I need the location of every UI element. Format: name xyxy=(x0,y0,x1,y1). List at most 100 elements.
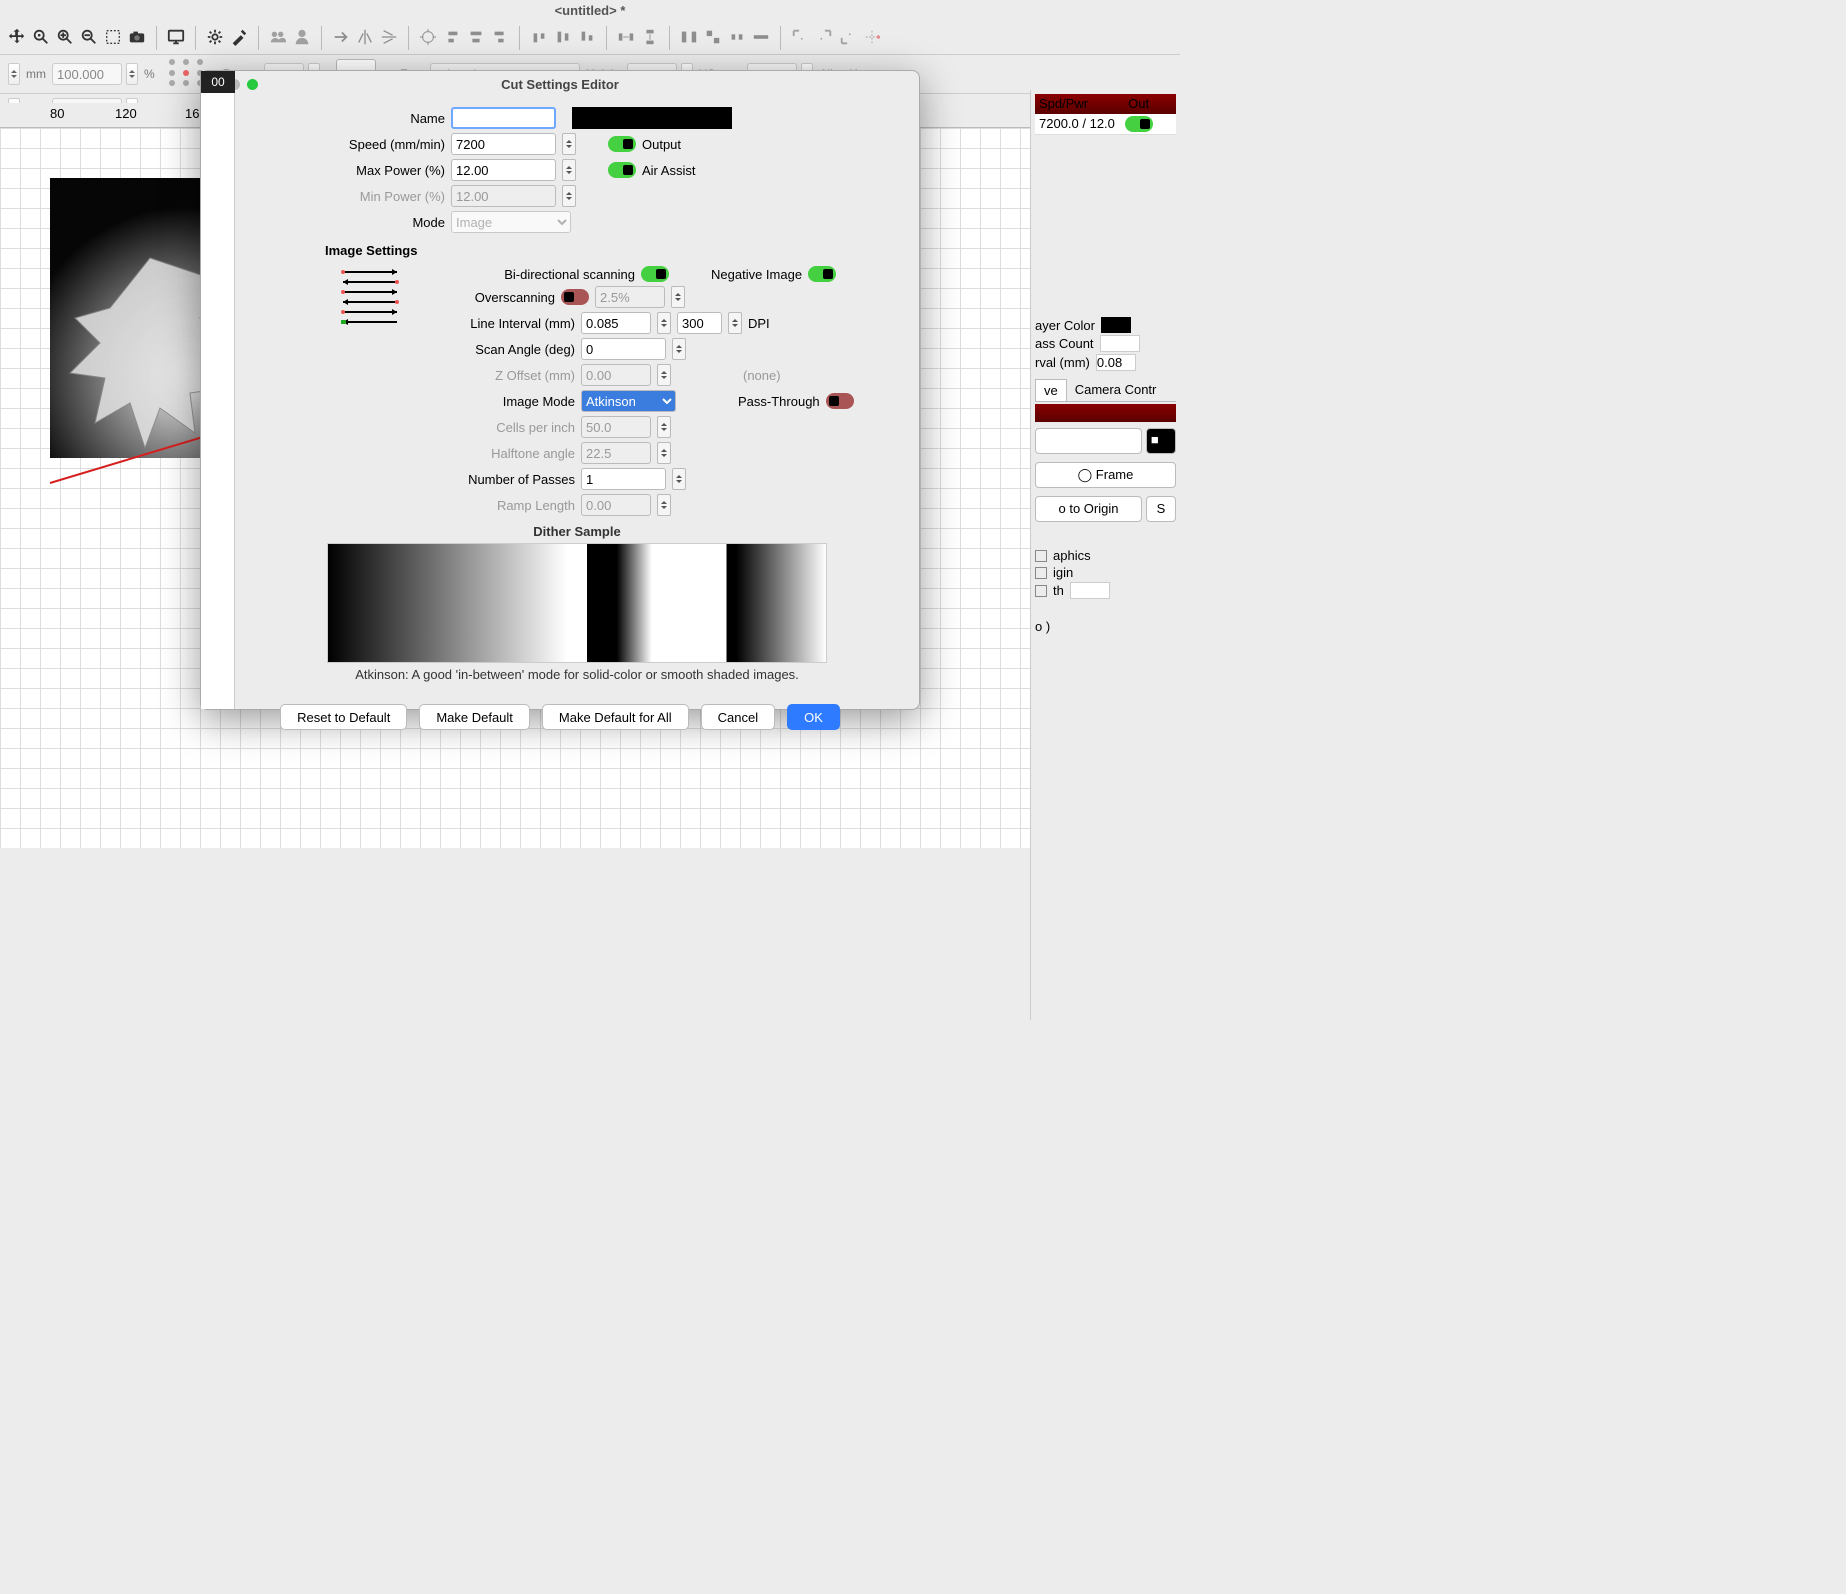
unit-label-1: mm xyxy=(26,67,46,81)
corner-bl-icon[interactable] xyxy=(839,28,857,49)
cut-output-toggle[interactable] xyxy=(1125,116,1153,132)
origin-checkbox[interactable] xyxy=(1035,567,1047,579)
blank-button-1[interactable] xyxy=(1035,428,1142,454)
maxpower-input[interactable] xyxy=(451,159,556,181)
align-top-icon[interactable] xyxy=(530,28,548,49)
overscan-toggle[interactable] xyxy=(561,289,589,305)
mode-select[interactable]: Image xyxy=(451,211,571,233)
speed-stepper[interactable] xyxy=(562,133,576,155)
cuts-header: Spd/PwrOut xyxy=(1035,94,1176,114)
go-origin-button[interactable]: o to Origin xyxy=(1035,496,1142,522)
mode-label: Mode xyxy=(255,215,445,230)
cells-label: Cells per inch xyxy=(405,420,575,435)
spacing-icon-3[interactable] xyxy=(728,28,746,49)
align-bottom-icon[interactable] xyxy=(578,28,596,49)
air-toggle[interactable] xyxy=(608,162,636,178)
minpower-stepper xyxy=(562,185,576,207)
tab-move[interactable]: ve xyxy=(1035,379,1067,401)
angle-stepper[interactable] xyxy=(672,338,686,360)
align-right-icon[interactable] xyxy=(491,28,509,49)
cancel-button[interactable]: Cancel xyxy=(701,704,775,730)
bidir-toggle[interactable] xyxy=(641,266,669,282)
group-icon[interactable] xyxy=(269,28,287,49)
ramp-input xyxy=(581,494,651,516)
main-toolbar xyxy=(0,22,1180,55)
th-checkbox[interactable] xyxy=(1035,585,1047,597)
image-mode-select[interactable]: Atkinson xyxy=(581,390,676,412)
color-swatch[interactable] xyxy=(572,107,732,129)
corner-tr-icon[interactable] xyxy=(815,28,833,49)
mirror-v-icon[interactable] xyxy=(380,28,398,49)
interval-input[interactable] xyxy=(1096,354,1136,371)
align-middle-icon[interactable] xyxy=(554,28,572,49)
zoffset-input xyxy=(581,364,651,386)
reset-default-button[interactable]: Reset to Default xyxy=(280,704,407,730)
align-left-icon[interactable] xyxy=(443,28,461,49)
x-input[interactable] xyxy=(52,63,122,85)
cut-row-0[interactable]: 7200.0 / 12.0 xyxy=(1035,114,1176,135)
window-title: <untitled> * xyxy=(0,0,1180,22)
line-interval-input[interactable] xyxy=(581,312,651,334)
pass-count-input[interactable] xyxy=(1100,335,1140,352)
speed-input[interactable] xyxy=(451,133,556,155)
graphics-checkbox[interactable] xyxy=(1035,550,1047,562)
move-icon[interactable] xyxy=(8,28,26,49)
spacing-icon-2[interactable] xyxy=(704,28,722,49)
mirror-h-icon[interactable] xyxy=(356,28,374,49)
maxpower-label: Max Power (%) xyxy=(255,163,445,178)
passes-input[interactable] xyxy=(581,468,666,490)
dpi-input[interactable] xyxy=(677,312,722,334)
scan-angle-input[interactable] xyxy=(581,338,666,360)
ok-button[interactable]: OK xyxy=(787,704,840,730)
marquee-icon[interactable] xyxy=(104,28,122,49)
negative-toggle[interactable] xyxy=(808,266,836,282)
dist-h-icon[interactable] xyxy=(617,28,635,49)
speed-label: Speed (mm/min) xyxy=(255,137,445,152)
s-button-2[interactable]: S xyxy=(1146,496,1176,522)
passes-stepper[interactable] xyxy=(672,468,686,490)
interval-label: rval (mm) xyxy=(1035,355,1090,370)
spacing-icon-4[interactable] xyxy=(752,28,770,49)
w-stepper[interactable] xyxy=(126,63,138,85)
s-button-1[interactable]: ■ S xyxy=(1146,428,1176,454)
dist-v-icon[interactable] xyxy=(641,28,659,49)
passes-label: Number of Passes xyxy=(405,472,575,487)
overscan-label: Overscanning xyxy=(405,290,555,305)
zoom-target-icon[interactable] xyxy=(32,28,50,49)
output-toggle[interactable] xyxy=(608,136,636,152)
image-settings-heading: Image Settings xyxy=(325,243,899,258)
layer-tabstrip: 00 xyxy=(201,71,235,709)
align-center-icon[interactable] xyxy=(467,28,485,49)
zoom-in-icon[interactable] xyxy=(56,28,74,49)
last-label: o ) xyxy=(1035,619,1176,634)
make-default-all-button[interactable]: Make Default for All xyxy=(542,704,689,730)
camera-icon[interactable] xyxy=(128,28,146,49)
name-input[interactable] xyxy=(451,107,556,129)
passthrough-toggle[interactable] xyxy=(826,393,854,409)
maximize-icon[interactable] xyxy=(247,79,258,90)
tab-camera[interactable]: Camera Contr xyxy=(1067,379,1165,401)
zoom-out-icon[interactable] xyxy=(80,28,98,49)
dither-preview xyxy=(327,543,827,663)
gear-icon[interactable] xyxy=(206,28,224,49)
maxpower-stepper[interactable] xyxy=(562,159,576,181)
spacing-icon-1[interactable] xyxy=(680,28,698,49)
user-icon[interactable] xyxy=(293,28,311,49)
line-stepper[interactable] xyxy=(657,312,671,334)
th-input[interactable] xyxy=(1070,582,1110,599)
frame-button[interactable]: ◯ Frame xyxy=(1035,462,1176,488)
make-default-button[interactable]: Make Default xyxy=(419,704,530,730)
tools-icon[interactable] xyxy=(230,28,248,49)
dpi-stepper[interactable] xyxy=(728,312,742,334)
monitor-icon[interactable] xyxy=(167,28,185,49)
minpower-input xyxy=(451,185,556,207)
x-stepper[interactable] xyxy=(8,63,20,85)
layer-tab-00[interactable]: 00 xyxy=(201,71,235,93)
align-target-icon[interactable] xyxy=(419,28,437,49)
image-mode-label: Image Mode xyxy=(405,394,575,409)
corner-tl-icon[interactable] xyxy=(791,28,809,49)
scan-direction-icon xyxy=(335,262,405,332)
dither-title: Dither Sample xyxy=(255,524,899,539)
crosshair-icon[interactable] xyxy=(863,28,881,49)
arrow-right-icon[interactable] xyxy=(332,28,350,49)
